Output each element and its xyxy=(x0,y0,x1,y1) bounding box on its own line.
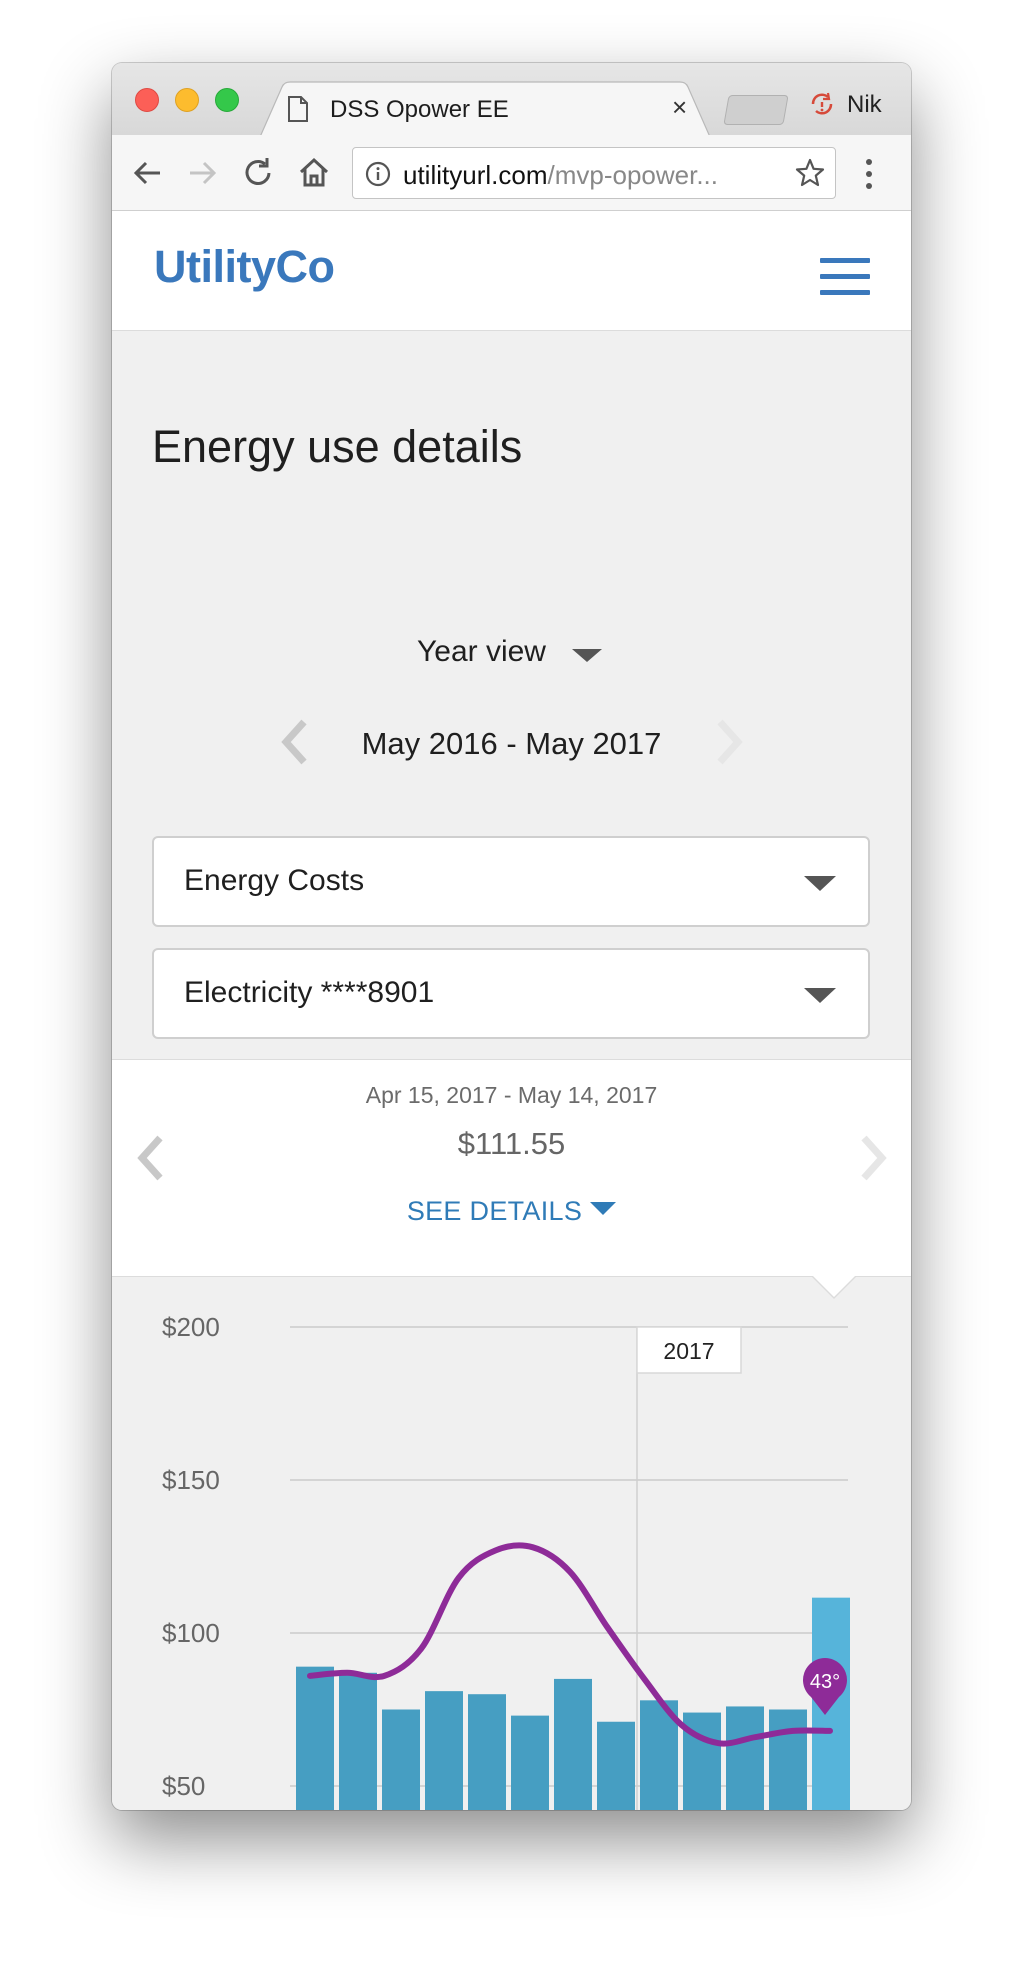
bill-amount: $111.55 xyxy=(457,1126,566,1161)
chart-bar xyxy=(425,1691,463,1810)
y-tick-label: $200 xyxy=(162,1312,220,1342)
home-icon[interactable] xyxy=(296,155,332,191)
site-header: UtilityCo xyxy=(112,211,911,331)
chart-bar xyxy=(468,1694,506,1810)
caret-down-icon xyxy=(590,1202,617,1216)
view-select[interactable]: Year view xyxy=(417,635,546,669)
chart-bar xyxy=(382,1709,420,1810)
bill-period: Apr 15, 2017 - May 14, 2017 xyxy=(365,1082,658,1108)
account-dropdown[interactable]: Electricity ****8901 xyxy=(152,948,870,1039)
tab-close-icon[interactable]: × xyxy=(672,93,687,121)
dropdown-label: Energy Costs xyxy=(184,864,365,897)
caret-down-icon xyxy=(804,988,836,1003)
new-tab-button[interactable] xyxy=(723,95,789,125)
y-tick-label: $100 xyxy=(162,1618,220,1648)
see-details-label: SEE DETAILS xyxy=(406,1196,583,1226)
year-marker-label: 2017 xyxy=(663,1338,714,1364)
date-range: May 2016 - May 2017 xyxy=(361,726,662,761)
info-icon[interactable] xyxy=(365,161,391,187)
address-bar[interactable]: utilityurl.com/mvp-opower... xyxy=(352,147,836,199)
tab-title: DSS Opower EE xyxy=(330,96,509,123)
chart-bar xyxy=(339,1672,377,1810)
browser-toolbar: utilityurl.com/mvp-opower... xyxy=(112,135,911,211)
chevron-right-icon[interactable] xyxy=(854,1134,894,1182)
minimize-window-button[interactable] xyxy=(175,88,199,112)
hamburger-menu-icon[interactable] xyxy=(820,258,870,298)
caret-down-icon[interactable] xyxy=(572,649,602,662)
zoom-window-button[interactable] xyxy=(215,88,239,112)
chart-bar xyxy=(769,1709,807,1810)
caret-down-icon xyxy=(804,876,836,891)
energy-cost-chart: $200 $150 $100 $50 2017 43° xyxy=(112,1277,911,1810)
url-path: /mvp-opower... xyxy=(547,160,718,190)
y-tick-label: $150 xyxy=(162,1465,220,1495)
chart-bar xyxy=(296,1666,334,1810)
close-window-button[interactable] xyxy=(135,88,159,112)
cost-type-dropdown[interactable]: Energy Costs xyxy=(152,836,870,927)
chart-canvas: $200 $150 $100 $50 2017 43° xyxy=(162,1312,850,1810)
document-icon xyxy=(288,96,308,122)
chart-bar xyxy=(511,1715,549,1810)
star-icon[interactable] xyxy=(795,158,825,188)
dropdown-label: Electricity ****8901 xyxy=(184,976,435,1009)
chevron-right-icon[interactable] xyxy=(710,718,750,766)
chart-bar xyxy=(597,1721,635,1810)
logo[interactable]: UtilityCo xyxy=(154,241,335,293)
browser-window: DSS Opower EE × Nik utilityurl.com/mvp-o… xyxy=(112,63,911,1810)
bill-summary-panel: Apr 15, 2017 - May 14, 2017 $111.55 SEE … xyxy=(112,1059,911,1277)
chevron-left-icon[interactable] xyxy=(130,1134,170,1182)
reload-icon[interactable] xyxy=(240,155,276,191)
see-details-link[interactable]: SEE DETAILS xyxy=(112,1196,911,1227)
temperature-marker-label: 43° xyxy=(810,1671,840,1693)
back-arrow-icon[interactable] xyxy=(130,155,166,191)
profile-name[interactable]: Nik xyxy=(847,91,882,119)
page-content: UtilityCo Energy use details Year view M… xyxy=(112,211,911,1810)
page-title: Energy use details xyxy=(152,421,523,472)
profile-sync-icon[interactable] xyxy=(809,91,835,117)
url-host: utilityurl.com xyxy=(403,160,548,190)
chart-bar xyxy=(554,1678,592,1810)
title-bar: DSS Opower EE × Nik xyxy=(112,63,911,137)
y-tick-label: $50 xyxy=(162,1771,205,1801)
menu-dots-icon[interactable] xyxy=(864,157,874,191)
forward-arrow-icon[interactable] xyxy=(184,155,220,191)
url-text: utilityurl.com/mvp-opower... xyxy=(403,160,718,191)
chart-bar xyxy=(726,1706,764,1810)
